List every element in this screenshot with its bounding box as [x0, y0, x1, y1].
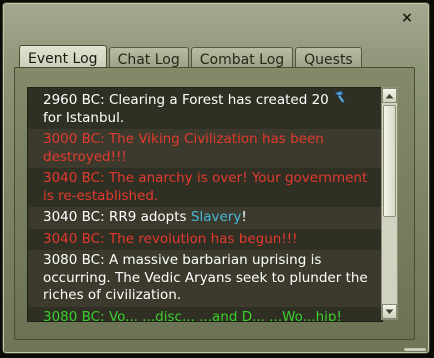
- log-entry: 3040 BC: The revolution has begun!!!: [28, 228, 382, 250]
- scroll-down-button[interactable]: [382, 304, 397, 319]
- log-entry-text: 3040 BC: The anarchy is over! Your gover…: [43, 170, 368, 204]
- log-entry-text: 3040 BC: The revolution has begun!!!: [43, 230, 298, 247]
- log-entry: 3080 BC: Vo... ...disc... ...and D... ..…: [28, 306, 382, 322]
- log-scrollbar[interactable]: [381, 87, 398, 320]
- log-entry: 3040 BC: RR9 adopts Slavery!: [28, 207, 382, 229]
- scroll-thumb[interactable]: [383, 105, 396, 217]
- event-log-list: 2960 BC: Clearing a Forest has created 2…: [27, 87, 383, 322]
- log-entry-text: 2960 BC: Clearing a Forest has created 2…: [43, 91, 329, 108]
- log-entry: 3080 BC: A massive barbarian uprising is…: [28, 250, 382, 307]
- civic-link-slavery[interactable]: Slavery: [191, 209, 241, 225]
- log-entry-prefix: 3040 BC: RR9 adopts: [43, 209, 191, 225]
- log-entry-text: 3080 BC: Vo... ...disc... ...and D... ..…: [43, 308, 342, 322]
- log-entry-suffix: !: [241, 209, 247, 225]
- scroll-up-button[interactable]: [382, 88, 397, 103]
- hammer-icon: [333, 90, 349, 110]
- resize-grip-icon[interactable]: [404, 346, 426, 352]
- close-icon[interactable]: ×: [399, 10, 415, 26]
- log-entry: 2960 BC: Clearing a Forest has created 2…: [28, 88, 382, 129]
- log-entry: 3000 BC: The Viking Civilization has bee…: [28, 129, 382, 168]
- chevron-up-icon: [385, 93, 394, 98]
- log-entry: 3040 BC: The anarchy is over! Your gover…: [28, 168, 382, 207]
- chevron-down-icon: [385, 309, 394, 314]
- log-entry-suffix: for Istanbul.: [43, 109, 125, 126]
- log-entry-text: 3080 BC: A massive barbarian uprising is…: [43, 252, 368, 303]
- log-entry-text: 3000 BC: The Viking Civilization has bee…: [43, 131, 324, 165]
